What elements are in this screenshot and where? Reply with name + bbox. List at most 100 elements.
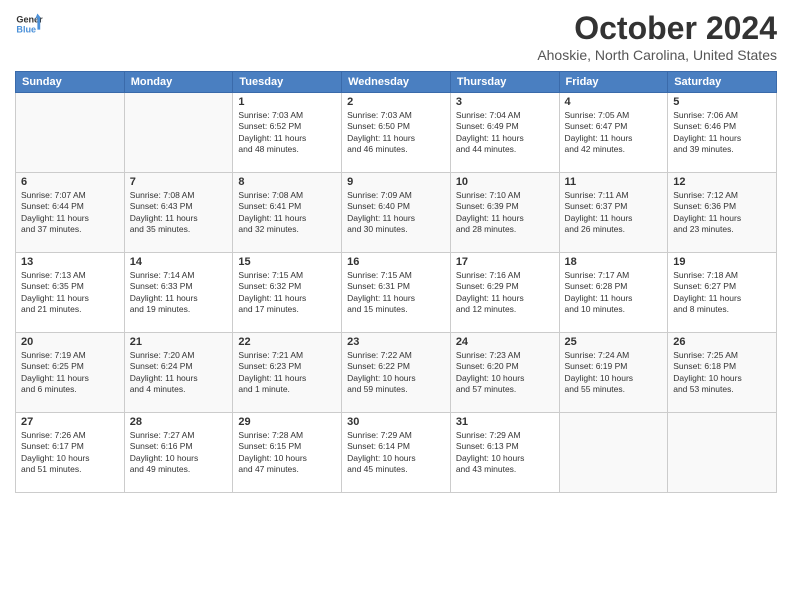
calendar-cell: 17 Sunrise: 7:16 AM Sunset: 6:29 PM Dayli… [450,253,559,333]
cell-info: Sunrise: 7:14 AM Sunset: 6:33 PM Dayligh… [130,270,228,316]
cell-info: Sunrise: 7:20 AM Sunset: 6:24 PM Dayligh… [130,350,228,396]
col-saturday: Saturday [668,72,777,93]
cell-info: Sunrise: 7:09 AM Sunset: 6:40 PM Dayligh… [347,190,445,236]
day-number: 4 [565,96,663,108]
day-number: 2 [347,96,445,108]
calendar-cell: 9 Sunrise: 7:09 AM Sunset: 6:40 PM Daylig… [342,173,451,253]
cell-info: Sunrise: 7:18 AM Sunset: 6:27 PM Dayligh… [673,270,771,316]
calendar-cell: 30Sunrise: 7:29 AM Sunset: 6:14 PM Dayli… [342,413,451,493]
svg-text:Blue: Blue [16,24,36,34]
calendar-cell: 7 Sunrise: 7:08 AM Sunset: 6:43 PM Daylig… [124,173,233,253]
calendar-cell: 21 Sunrise: 7:20 AM Sunset: 6:24 PM Dayli… [124,333,233,413]
calendar-cell: 23Sunrise: 7:22 AM Sunset: 6:22 PM Dayli… [342,333,451,413]
calendar-cell [124,93,233,173]
cell-info: Sunrise: 7:16 AM Sunset: 6:29 PM Dayligh… [456,270,554,316]
logo-icon: General Blue [15,10,43,38]
col-tuesday: Tuesday [233,72,342,93]
col-thursday: Thursday [450,72,559,93]
calendar-week-3: 13Sunrise: 7:13 AM Sunset: 6:35 PM Dayli… [16,253,777,333]
calendar-table: Sunday Monday Tuesday Wednesday Thursday… [15,71,777,493]
calendar-cell: 3 Sunrise: 7:04 AM Sunset: 6:49 PM Daylig… [450,93,559,173]
calendar-cell: 15 Sunrise: 7:15 AM Sunset: 6:32 PM Dayli… [233,253,342,333]
day-number: 3 [456,96,554,108]
day-number: 7 [130,176,228,188]
day-number: 22 [238,336,336,348]
cell-info: Sunrise: 7:21 AM Sunset: 6:23 PM Dayligh… [238,350,336,396]
col-monday: Monday [124,72,233,93]
day-number: 19 [673,256,771,268]
day-number: 21 [130,336,228,348]
day-number: 23 [347,336,445,348]
day-number: 6 [21,176,119,188]
day-number: 12 [673,176,771,188]
cell-info: Sunrise: 7:15 AM Sunset: 6:32 PM Dayligh… [238,270,336,316]
cell-info: Sunrise: 7:12 AM Sunset: 6:36 PM Dayligh… [673,190,771,236]
cell-info: Sunrise: 7:08 AM Sunset: 6:41 PM Dayligh… [238,190,336,236]
day-number: 24 [456,336,554,348]
calendar-cell [559,413,668,493]
day-number: 31 [456,416,554,428]
cell-info: Sunrise: 7:28 AM Sunset: 6:15 PM Dayligh… [238,430,336,476]
calendar-cell: 20 Sunrise: 7:19 AM Sunset: 6:25 PM Dayli… [16,333,125,413]
cell-info: Sunrise: 7:24 AM Sunset: 6:19 PM Dayligh… [565,350,663,396]
header-row: Sunday Monday Tuesday Wednesday Thursday… [16,72,777,93]
calendar-cell: 6Sunrise: 7:07 AM Sunset: 6:44 PM Daylig… [16,173,125,253]
calendar-cell: 26 Sunrise: 7:25 AM Sunset: 6:18 PM Dayli… [668,333,777,413]
cell-info: Sunrise: 7:19 AM Sunset: 6:25 PM Dayligh… [21,350,119,396]
cell-info: Sunrise: 7:27 AM Sunset: 6:16 PM Dayligh… [130,430,228,476]
day-number: 9 [347,176,445,188]
day-number: 26 [673,336,771,348]
calendar-cell: 28Sunrise: 7:27 AM Sunset: 6:16 PM Dayli… [124,413,233,493]
month-title: October 2024 [537,10,777,47]
calendar-cell: 8 Sunrise: 7:08 AM Sunset: 6:41 PM Daylig… [233,173,342,253]
calendar-cell: 13Sunrise: 7:13 AM Sunset: 6:35 PM Dayli… [16,253,125,333]
col-wednesday: Wednesday [342,72,451,93]
calendar-cell: 22 Sunrise: 7:21 AM Sunset: 6:23 PM Dayli… [233,333,342,413]
cell-info: Sunrise: 7:03 AM Sunset: 6:50 PM Dayligh… [347,110,445,156]
calendar-cell: 29 Sunrise: 7:28 AM Sunset: 6:15 PM Dayli… [233,413,342,493]
calendar-cell: 11Sunrise: 7:11 AM Sunset: 6:37 PM Dayli… [559,173,668,253]
day-number: 18 [565,256,663,268]
calendar-cell: 24 Sunrise: 7:23 AM Sunset: 6:20 PM Dayli… [450,333,559,413]
calendar-cell: 18 Sunrise: 7:17 AM Sunset: 6:28 PM Dayli… [559,253,668,333]
calendar-cell: 4Sunrise: 7:05 AM Sunset: 6:47 PM Daylig… [559,93,668,173]
logo: General Blue [15,10,43,38]
calendar-cell: 10Sunrise: 7:10 AM Sunset: 6:39 PM Dayli… [450,173,559,253]
cell-info: Sunrise: 7:06 AM Sunset: 6:46 PM Dayligh… [673,110,771,156]
header: General Blue October 2024 Ahoskie, North… [15,10,777,63]
cell-info: Sunrise: 7:25 AM Sunset: 6:18 PM Dayligh… [673,350,771,396]
calendar-cell: 2 Sunrise: 7:03 AM Sunset: 6:50 PM Daylig… [342,93,451,173]
col-sunday: Sunday [16,72,125,93]
cell-info: Sunrise: 7:08 AM Sunset: 6:43 PM Dayligh… [130,190,228,236]
cell-info: Sunrise: 7:17 AM Sunset: 6:28 PM Dayligh… [565,270,663,316]
calendar-cell: 27 Sunrise: 7:26 AM Sunset: 6:17 PM Dayli… [16,413,125,493]
day-number: 1 [238,96,336,108]
calendar-cell: 14 Sunrise: 7:14 AM Sunset: 6:33 PM Dayli… [124,253,233,333]
calendar-cell: 19 Sunrise: 7:18 AM Sunset: 6:27 PM Dayli… [668,253,777,333]
calendar-week-4: 20 Sunrise: 7:19 AM Sunset: 6:25 PM Dayli… [16,333,777,413]
day-number: 11 [565,176,663,188]
calendar-cell: 16Sunrise: 7:15 AM Sunset: 6:31 PM Dayli… [342,253,451,333]
page: General Blue October 2024 Ahoskie, North… [0,0,792,612]
cell-info: Sunrise: 7:29 AM Sunset: 6:14 PM Dayligh… [347,430,445,476]
cell-info: Sunrise: 7:03 AM Sunset: 6:52 PM Dayligh… [238,110,336,156]
col-friday: Friday [559,72,668,93]
calendar-cell [668,413,777,493]
day-number: 8 [238,176,336,188]
day-number: 27 [21,416,119,428]
cell-info: Sunrise: 7:10 AM Sunset: 6:39 PM Dayligh… [456,190,554,236]
cell-info: Sunrise: 7:15 AM Sunset: 6:31 PM Dayligh… [347,270,445,316]
day-number: 13 [21,256,119,268]
day-number: 14 [130,256,228,268]
calendar-cell: 5Sunrise: 7:06 AM Sunset: 6:46 PM Daylig… [668,93,777,173]
day-number: 15 [238,256,336,268]
cell-info: Sunrise: 7:04 AM Sunset: 6:49 PM Dayligh… [456,110,554,156]
calendar-cell [16,93,125,173]
location: Ahoskie, North Carolina, United States [537,47,777,63]
day-number: 29 [238,416,336,428]
day-number: 17 [456,256,554,268]
day-number: 20 [21,336,119,348]
cell-info: Sunrise: 7:26 AM Sunset: 6:17 PM Dayligh… [21,430,119,476]
calendar-week-2: 6Sunrise: 7:07 AM Sunset: 6:44 PM Daylig… [16,173,777,253]
cell-info: Sunrise: 7:23 AM Sunset: 6:20 PM Dayligh… [456,350,554,396]
